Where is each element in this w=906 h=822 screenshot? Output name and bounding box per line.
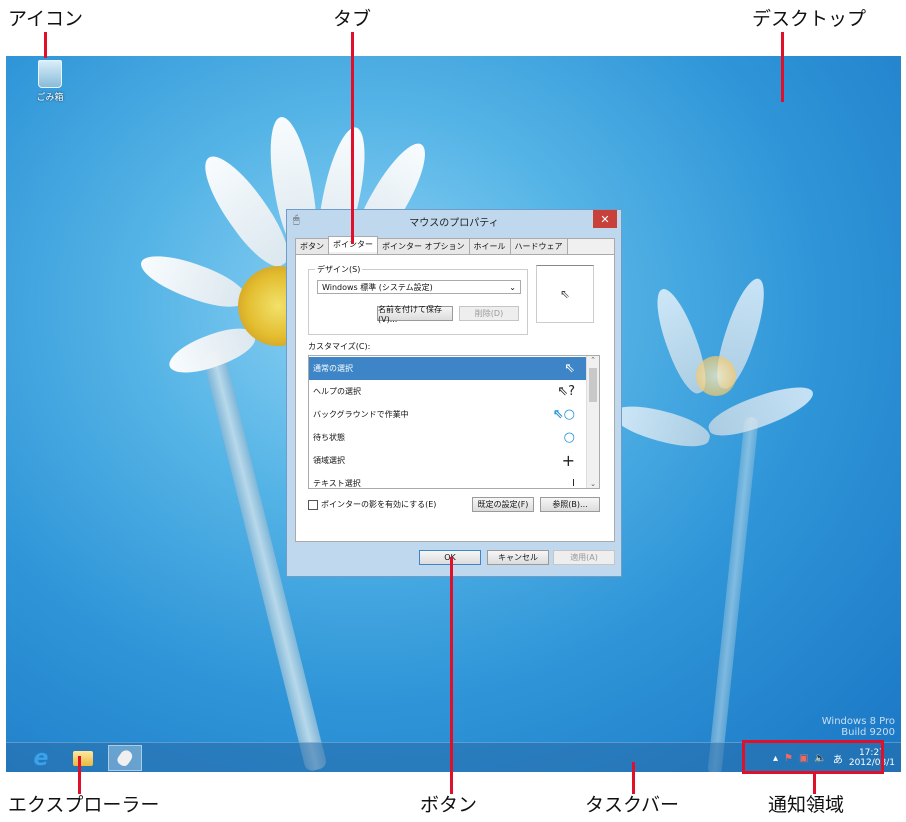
tab-pointer-options[interactable]: ポインター オプション [377,238,470,254]
mouse-properties-taskbar-button[interactable] [108,745,142,771]
normal-select-cursor-icon: ⇖ [564,361,575,376]
cursor-list[interactable]: 通常の選択 ⇖ ヘルプの選択 ⇖? バックグラウンドで作業中 ⇖○ 待ち状態 ○… [308,355,600,489]
list-item[interactable]: テキスト選択 I [309,472,587,489]
watermark-edition: Windows 8 Pro [821,716,895,727]
tab-hardware[interactable]: ハードウェア [509,238,568,254]
list-item[interactable]: 待ち状態 ○ [309,426,587,449]
notification-area-highlight [742,740,884,774]
callout-line-tab [351,32,354,244]
callout-line-notification-area [813,774,816,794]
callout-taskbar: タスクバー [585,794,680,816]
list-item-label: ヘルプの選択 [313,387,361,396]
recycle-bin-label: ごみ箱 [36,93,64,103]
recycle-bin-icon[interactable]: ごみ箱 [30,60,70,103]
mouse-icon: 🖱 [293,213,300,226]
help-select-cursor-icon: ⇖? [557,384,575,399]
list-item[interactable]: ヘルプの選択 ⇖? [309,380,587,403]
arrow-cursor-icon: ⇖ [559,287,571,301]
file-explorer-button[interactable] [66,745,100,771]
delete-button[interactable]: 削除(D) [459,306,519,321]
folder-icon [73,750,93,766]
close-icon: ✕ [600,212,610,226]
working-in-background-cursor-icon: ⇖○ [552,407,575,422]
watermark-build: Build 9200 [841,727,895,738]
callout-line-explorer [78,756,81,794]
scheme-select[interactable]: Windows 標準 (システム設定) ⌄ [317,280,521,294]
callout-icon: アイコン [8,8,84,30]
list-item-label: バックグラウンドで作業中 [313,410,409,419]
cursor-preview: ⇖ [536,265,594,323]
list-item-label: 領域選択 [313,456,345,465]
tab-wheel[interactable]: ホイール [468,238,511,254]
scheme-value: Windows 標準 (システム設定) [322,283,433,292]
design-label: デザイン(S) [315,264,363,275]
scroll-thumb[interactable] [589,368,597,402]
flower-center [696,356,736,396]
design-group: デザイン(S) Windows 標準 (システム設定) ⌄ 名前を付けて保存(V… [308,264,528,335]
callout-line-desktop [781,32,784,102]
pointers-panel: デザイン(S) Windows 標準 (システム設定) ⌄ 名前を付けて保存(V… [295,254,615,542]
use-default-button[interactable]: 既定の設定(F) [472,497,534,512]
tab-strip: ボタン ポインター ポインター オプション ホイール ハードウェア [295,236,568,254]
list-item[interactable]: 通常の選択 ⇖ [309,357,587,380]
list-item-label: 通常の選択 [313,364,353,373]
list-scrollbar[interactable]: ⌃ ⌄ [586,356,599,488]
customize-label: カスタマイズ(C): [308,342,371,351]
apply-button[interactable]: 適用(A) [553,550,615,565]
close-button[interactable]: ✕ [593,210,617,228]
callout-tab: タブ [333,8,372,30]
list-item-label: テキスト選択 [313,479,361,488]
list-item-label: 待ち状態 [313,433,345,442]
callout-line-button [450,557,453,794]
trash-icon [38,60,62,88]
list-item[interactable]: バックグラウンドで作業中 ⇖○ [309,403,587,426]
callout-notification-area: 通知領域 [768,794,845,816]
dialog-title: マウスのプロパティ [409,217,499,229]
shadow-checkbox-row[interactable]: ポインターの影を有効にする(E) [308,499,436,510]
flower-petal [608,398,714,454]
list-item[interactable]: 領域選択 + [309,449,587,472]
precision-select-cursor-icon: + [561,451,575,470]
cancel-button[interactable]: キャンセル [487,550,549,565]
chevron-down-icon[interactable]: ⌄ [587,480,599,488]
save-as-button[interactable]: 名前を付けて保存(V)... [377,305,453,324]
shadow-checkbox[interactable] [308,499,318,510]
callout-explorer: エクスプローラー [8,794,160,816]
dialog-title-bar[interactable]: 🖱 マウスのプロパティ ✕ [287,210,621,232]
text-select-cursor-icon: I [572,478,575,489]
tab-buttons[interactable]: ボタン [295,238,329,254]
flower-stem [707,416,759,772]
callout-line-taskbar [632,762,635,794]
mouse-icon [115,748,135,768]
internet-explorer-icon[interactable]: e [24,745,58,771]
callout-button: ボタン [420,794,478,816]
busy-cursor-icon: ○ [563,430,575,445]
flower-petal [135,246,251,316]
mouse-properties-dialog: 🖱 マウスのプロパティ ✕ ボタン ポインター ポインター オプション ホイール… [286,209,622,577]
browse-button[interactable]: 参照(B)... [540,497,600,512]
callout-desktop: デスクトップ [752,8,867,30]
windows-watermark: Windows 8 Pro Build 9200 [822,716,895,738]
callout-line-icon [44,32,47,58]
shadow-checkbox-label: ポインターの影を有効にする(E) [321,500,437,509]
chevron-up-icon[interactable]: ⌃ [587,356,599,364]
chevron-down-icon: ⌄ [509,283,516,292]
